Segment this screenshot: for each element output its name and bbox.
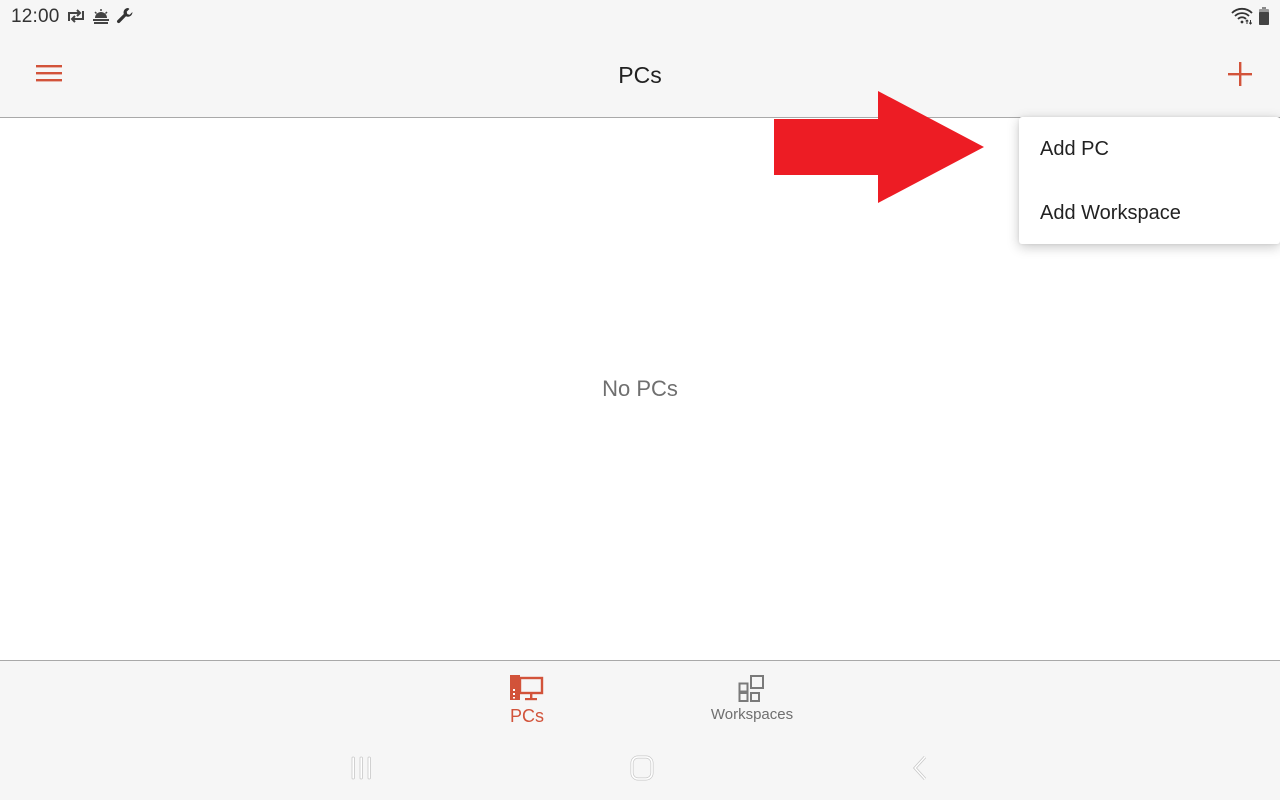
- bottom-nav: PCs Workspaces: [0, 660, 1280, 740]
- system-nav-bar: [0, 740, 1280, 800]
- arrow-shape: [774, 91, 984, 203]
- annotation-arrow: [774, 91, 984, 203]
- add-button[interactable]: [1220, 56, 1260, 96]
- desktop-pc-icon: [510, 673, 544, 703]
- empty-state-message: No PCs: [602, 376, 678, 401]
- menu-item-add-pc[interactable]: Add PC: [1019, 117, 1280, 181]
- home-button[interactable]: [620, 755, 664, 785]
- sync-icon: [66, 8, 86, 24]
- app-bar: PCs: [0, 34, 1280, 118]
- workspaces-grid-icon: [738, 673, 766, 703]
- status-time: 12:00: [11, 6, 60, 27]
- back-button[interactable]: [898, 755, 942, 785]
- menu-item-label: Add PC: [1040, 137, 1109, 160]
- recents-button[interactable]: [340, 755, 384, 785]
- tab-label: PCs: [509, 706, 544, 726]
- status-icons-left: [66, 6, 134, 26]
- weather-sunrise-icon: [92, 8, 110, 24]
- tab-workspaces[interactable]: Workspaces: [692, 661, 812, 741]
- menu-item-label: Add Workspace: [1040, 201, 1181, 224]
- tab-label: Workspaces: [710, 706, 794, 723]
- home-icon: [630, 755, 654, 786]
- battery-icon: [1258, 7, 1270, 25]
- tab-pcs[interactable]: PCs: [487, 661, 567, 741]
- menu-item-add-workspace[interactable]: Add Workspace: [1019, 181, 1280, 245]
- wifi-icon: [1231, 7, 1253, 25]
- back-icon: [912, 755, 928, 786]
- add-popup-menu: Add PC Add Workspace: [1019, 117, 1280, 244]
- wrench-icon: [116, 7, 134, 25]
- recents-icon: [350, 756, 374, 785]
- plus-icon: [1228, 61, 1252, 91]
- status-icons-right: [1231, 6, 1270, 26]
- page-title: PCs: [618, 62, 662, 88]
- status-bar: 12:00: [0, 0, 1280, 34]
